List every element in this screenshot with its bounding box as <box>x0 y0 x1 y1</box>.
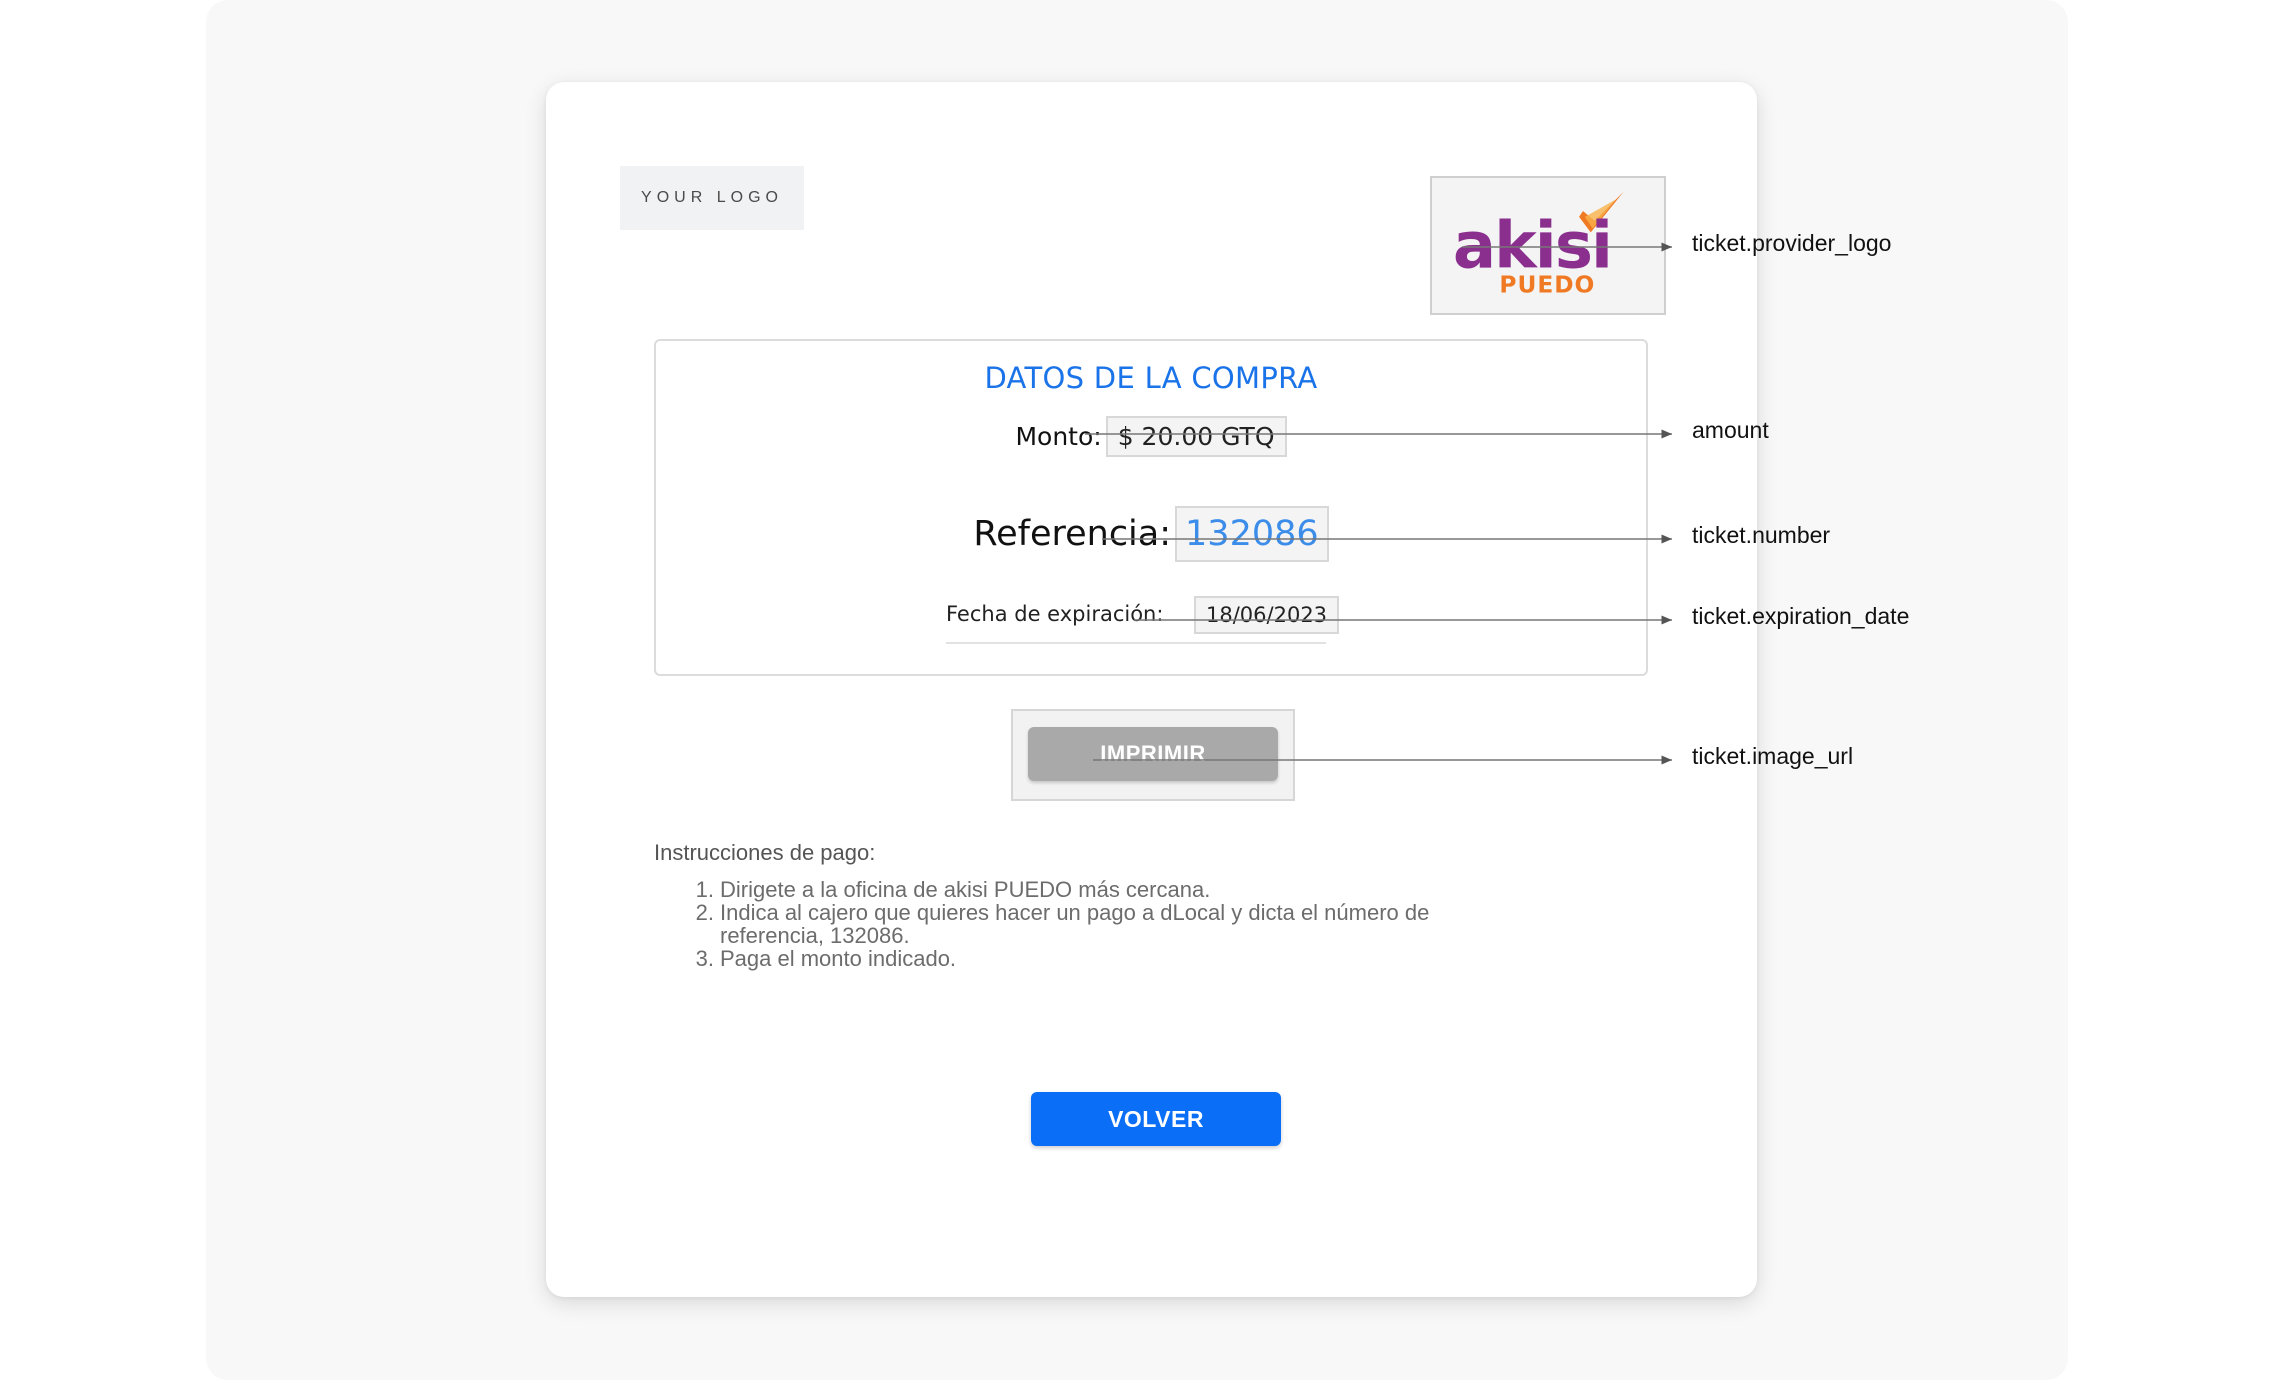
amount-value: $ 20.00 GTQ <box>1105 416 1287 457</box>
canvas-background: YOUR LOGO akisi PUEDO DATOS DE LA COMPRA… <box>206 0 2068 1380</box>
list-item-text: Indica al cajero que quieres hacer un pa… <box>720 900 1430 948</box>
merchant-logo-placeholder: YOUR LOGO <box>620 166 804 230</box>
annotation-label-provider-logo: ticket.provider_logo <box>1692 230 1892 256</box>
list-item-text: Paga el monto indicado. <box>720 946 957 971</box>
reference-row: Referencia: 132086 <box>656 506 1646 562</box>
expiration-row: Fecha de expiración: 18/06/2023 <box>946 596 1340 644</box>
ticket-card: YOUR LOGO akisi PUEDO DATOS DE LA COMPRA… <box>546 82 1757 1297</box>
purchase-details-title: DATOS DE LA COMPRA <box>984 361 1318 395</box>
instructions-list: 1. Dirigete a la oficina de akisi PUEDO … <box>654 878 1534 970</box>
purchase-details-panel: DATOS DE LA COMPRA Monto: $ 20.00 GTQ Re… <box>654 339 1648 676</box>
expiration-value: 18/06/2023 <box>1194 596 1340 634</box>
list-item-number: 3. <box>695 946 714 971</box>
back-button[interactable]: VOLVER <box>1031 1092 1281 1146</box>
expiration-label: Fecha de expiración: <box>946 602 1164 626</box>
annotation-label-amount: amount <box>1692 417 1769 443</box>
amount-row: Monto: $ 20.00 GTQ <box>656 416 1646 457</box>
list-item: 2. Indica al cajero que quieres hacer un… <box>654 901 1534 947</box>
instructions-title: Instrucciones de pago: <box>654 840 876 865</box>
reference-label: Referencia: <box>973 514 1172 554</box>
reference-value: 132086 <box>1175 506 1329 562</box>
list-item-number: 1. <box>695 877 714 902</box>
print-button-frame: IMPRIMIR <box>1011 709 1295 801</box>
annotation-label-number: ticket.number <box>1692 522 1831 548</box>
list-item: 1. Dirigete a la oficina de akisi PUEDO … <box>654 878 1534 901</box>
provider-logo-subtitle: PUEDO <box>1499 272 1595 299</box>
list-item: 3. Paga el monto indicado. <box>654 947 1534 970</box>
annotation-label-image-url: ticket.image_url <box>1692 743 1854 769</box>
provider-logo: akisi PUEDO <box>1430 176 1666 315</box>
list-item-text: Dirigete a la oficina de akisi PUEDO más… <box>720 877 1211 902</box>
list-item-number: 2. <box>695 900 714 925</box>
merchant-logo-text: YOUR LOGO <box>641 189 783 206</box>
akisi-puedo-logo-icon: akisi PUEDO <box>1453 191 1624 299</box>
print-button[interactable]: IMPRIMIR <box>1028 727 1278 781</box>
annotation-label-expiration-date: ticket.expiration_date <box>1692 603 1910 629</box>
amount-label: Monto: <box>1015 422 1102 451</box>
